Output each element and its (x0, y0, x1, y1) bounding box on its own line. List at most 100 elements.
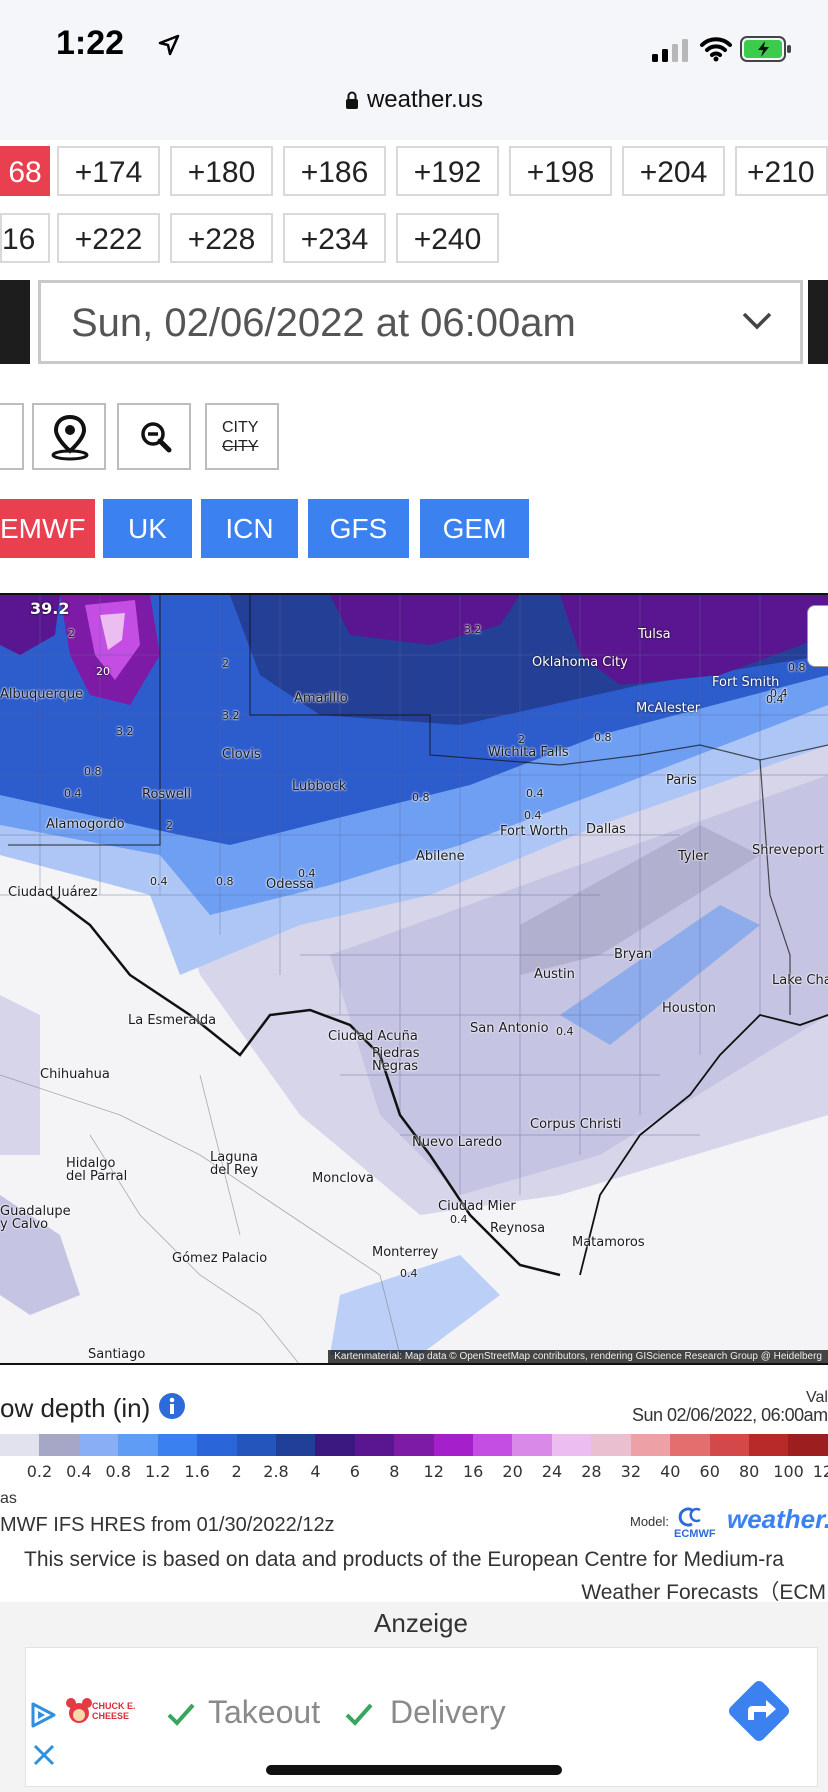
city-label: McAlester (636, 701, 701, 716)
step-button-192[interactable]: +192 (396, 146, 499, 196)
date-select-value: Sun, 02/06/2022 at 06:00am (71, 301, 576, 345)
weather-brand-logo[interactable]: weather. (727, 1504, 828, 1535)
city-label: Guadalupe y Calvo (0, 1204, 71, 1232)
step-button-216[interactable]: 16 (0, 213, 50, 263)
colorbar-tick-label: 0.8 (105, 1462, 132, 1481)
city-label-bottom: CITY (222, 438, 259, 455)
prev-date-button[interactable] (0, 280, 30, 364)
location-pin-button[interactable] (32, 403, 106, 470)
contour-label: 0.4 (766, 693, 784, 706)
contour-label: 0.8 (594, 731, 612, 744)
next-date-button[interactable] (808, 280, 828, 364)
colorbar-tick-label: 60 (699, 1462, 720, 1481)
colorbar-tick-label: 16 (462, 1462, 484, 1481)
location-arrow-icon (158, 34, 180, 56)
location-pin-icon (51, 414, 89, 461)
step-button-240[interactable]: +240 (396, 213, 499, 263)
forecast-date-select[interactable]: Sun, 02/06/2022 at 06:00am (38, 280, 803, 364)
zoom-out-button[interactable] (117, 403, 191, 470)
city-label: Shreveport (752, 843, 824, 858)
colorbar-tick-label: 2.8 (263, 1462, 289, 1481)
colorbar-tick-label: 32 (620, 1462, 642, 1481)
colorbar-segment (0, 1434, 40, 1456)
colorbar-segment (394, 1434, 434, 1456)
city-label: Gómez Palacio (172, 1251, 268, 1266)
colorbar-segment (236, 1434, 276, 1456)
city-label: Clovis (222, 747, 261, 762)
colorbar-segment (275, 1434, 316, 1456)
city-label-top: CITY (222, 419, 259, 436)
contour-label: 20 (96, 665, 110, 678)
step-button-186[interactable]: +186 (283, 146, 386, 196)
city-label: Abilene (416, 849, 465, 864)
step-button-198[interactable]: +198 (509, 146, 612, 196)
step-button-68[interactable]: 68 (0, 146, 50, 196)
model-button-gem[interactable]: GEM (420, 499, 529, 558)
model-button-icn[interactable]: ICN (201, 499, 298, 558)
lock-icon (345, 91, 358, 109)
contour-label: 2 (222, 657, 229, 670)
city-label: Austin (534, 967, 575, 982)
colorbar-tick-label: 0.4 (66, 1462, 92, 1481)
map-side-control[interactable] (807, 605, 828, 667)
contour-label: 0.8 (84, 765, 102, 778)
step-button-222[interactable]: +222 (57, 213, 160, 263)
step-button-204[interactable]: +204 (622, 146, 725, 196)
model-button-ecmwf[interactable]: EMWF (0, 499, 95, 558)
colorbar-segment (433, 1434, 474, 1456)
model-button-gfs[interactable]: GFS (308, 499, 409, 558)
contour-label: 3.2 (222, 709, 240, 722)
city-label: Matamoros (572, 1235, 645, 1250)
adchoices-play-icon[interactable] (28, 1700, 58, 1730)
step-button-234[interactable]: +234 (283, 213, 386, 263)
map-attribution[interactable]: Kartenmaterial: Map data © OpenStreetMap… (328, 1350, 828, 1363)
step-button-228[interactable]: +228 (170, 213, 273, 263)
colorbar-segment (354, 1434, 395, 1456)
source-partial: as (0, 1490, 17, 1507)
wifi-icon (700, 37, 732, 62)
step-button-174[interactable]: +174 (57, 146, 160, 196)
city-toggle-button[interactable]: CITY CITY (205, 403, 279, 470)
tool-button-partial[interactable] (0, 403, 24, 470)
status-bar (0, 0, 828, 140)
city-label: Laguna del Rey (210, 1150, 259, 1178)
close-ad-icon[interactable] (32, 1743, 56, 1767)
city-label: Lake Charles (772, 973, 828, 988)
colorbar-tick-label: 0.2 (26, 1462, 53, 1481)
valid-date: Sun 02/06/2022, 06:00am (632, 1405, 828, 1425)
directions-icon[interactable] (724, 1676, 794, 1746)
step-button-210[interactable]: +210 (735, 146, 828, 196)
city-label: Tulsa (638, 627, 671, 642)
city-label: Dallas (586, 822, 626, 837)
colorbar-tick-label: 40 (660, 1462, 681, 1481)
url-text: weather.us (366, 86, 484, 113)
colorbar-tick-label: 1.6 (184, 1462, 210, 1481)
colorbar-segment (788, 1434, 828, 1456)
contour-label: 0.4 (526, 787, 544, 800)
disclaimer-line-1: This service is based on data and produc… (24, 1548, 784, 1571)
city-label: Tyler (678, 849, 709, 864)
model-label: Model: (630, 1514, 670, 1529)
colorbar-tick-label: 20 (502, 1462, 523, 1481)
legend-title: ow depth (in) (0, 1393, 151, 1423)
snow-depth-map[interactable]: 39.2 Albuquerque Amarillo Oklahoma City … (0, 593, 828, 1365)
colorbar-segment (39, 1434, 79, 1456)
city-label: Paris (666, 773, 697, 788)
colorbar-segment (551, 1434, 592, 1456)
ad-feature-takeout: Takeout (208, 1694, 321, 1730)
info-icon[interactable] (158, 1392, 186, 1420)
colorbar-tick-label: 1.2 (144, 1462, 171, 1481)
city-label: Ciudad Acuña (328, 1029, 418, 1044)
city-label: Amarillo (294, 691, 348, 706)
colorbar-tick-label: 24 (541, 1462, 563, 1481)
colorbar-segment (157, 1434, 198, 1456)
colorbar-tick-label: 2 (231, 1462, 242, 1481)
contour-label: 0.8 (788, 661, 806, 674)
colorbar-tick-label: 4 (310, 1462, 321, 1481)
step-button-180[interactable]: +180 (170, 146, 273, 196)
chevron-down-icon (742, 312, 772, 330)
city-label: Ciudad Juárez (8, 885, 98, 900)
city-label: Hidalgo del Parral (66, 1156, 128, 1184)
address-bar[interactable]: weather.us (0, 86, 828, 114)
model-button-uk[interactable]: UK (103, 499, 192, 558)
